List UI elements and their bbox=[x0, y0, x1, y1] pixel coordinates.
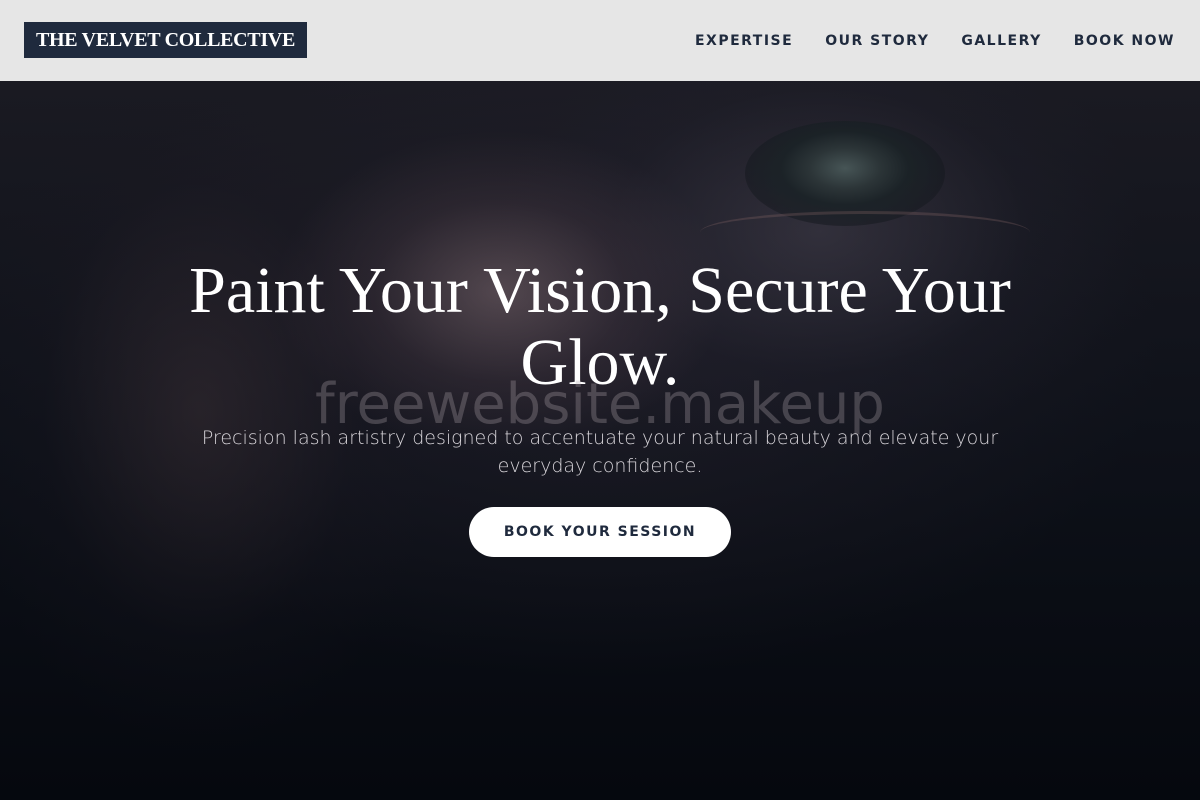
site-logo[interactable]: THE VELVET COLLECTIVE bbox=[24, 22, 307, 58]
book-session-button[interactable]: BOOK YOUR SESSION bbox=[469, 507, 731, 557]
nav-link-expertise[interactable]: EXPERTISE bbox=[695, 33, 793, 49]
nav-link-book-now[interactable]: BOOK NOW bbox=[1074, 33, 1175, 49]
hero-subtitle: Precision lash artistry designed to acce… bbox=[201, 427, 999, 477]
hero-headline: Paint Your Vision, Secure Your Glow. bbox=[189, 254, 1011, 399]
hero-section: Paint Your Vision, Secure Your Glow. fre… bbox=[0, 81, 1200, 800]
landing-page: THE VELVET COLLECTIVE EXPERTISE OUR STOR… bbox=[0, 0, 1200, 800]
nav-link-gallery[interactable]: GALLERY bbox=[961, 33, 1041, 49]
nav-link-our-story[interactable]: OUR STORY bbox=[825, 33, 929, 49]
hero-background-eyelid bbox=[700, 211, 1030, 254]
site-header: THE VELVET COLLECTIVE EXPERTISE OUR STOR… bbox=[0, 0, 1200, 81]
main-nav: EXPERTISE OUR STORY GALLERY BOOK NOW bbox=[695, 0, 1175, 81]
